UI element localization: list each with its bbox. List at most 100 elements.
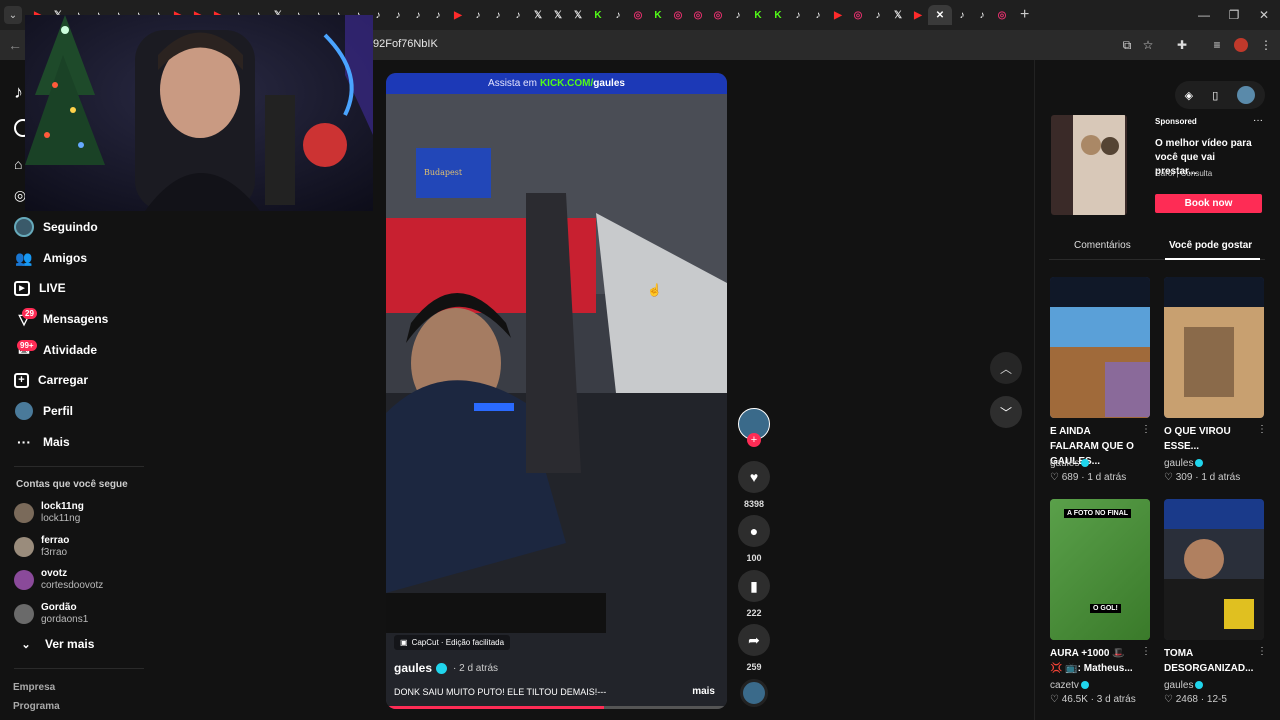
tab-ig[interactable]: ◎ — [628, 5, 648, 25]
suggested-thumbnail[interactable]: A FOTO NO FINAL O GOL! — [1050, 499, 1150, 640]
book-now-button[interactable]: Book now — [1155, 194, 1262, 213]
suggested-thumbnail[interactable] — [1164, 499, 1264, 640]
more-options-icon[interactable]: ⋮ — [1257, 424, 1267, 435]
suggested-thumbnail[interactable] — [1050, 277, 1150, 418]
sidebar-item-live[interactable]: ▶ LIVE — [14, 276, 66, 300]
more-options-icon[interactable]: ⋮ — [1257, 646, 1267, 657]
install-app-icon[interactable]: ⧉ — [1119, 37, 1135, 53]
tab-search-dropdown-icon[interactable]: ⌄ — [4, 6, 22, 24]
tab-tt[interactable]: ♪ — [488, 5, 508, 25]
tab-tiktok[interactable]: ♪ — [972, 5, 992, 25]
next-video-button[interactable]: ﹀ — [990, 396, 1022, 428]
extensions-icon[interactable]: ✚ — [1174, 37, 1190, 53]
suggested-author[interactable]: gaules — [1164, 680, 1204, 691]
tab-ig[interactable]: ◎ — [668, 5, 688, 25]
tab-comments[interactable]: Comentários — [1074, 240, 1131, 251]
tab-yt[interactable]: ▶ — [828, 5, 848, 25]
sidebar-item-profile[interactable]: Perfil — [14, 399, 73, 423]
tab-ig[interactable]: ◎ — [688, 5, 708, 25]
url-text[interactable]: 92Fof76NbIK — [373, 38, 438, 50]
tab-kick[interactable]: K — [768, 5, 788, 25]
ad-more-icon[interactable]: ··· — [1253, 115, 1263, 126]
sidebar-item-friends[interactable]: 👥 Amigos — [14, 246, 87, 270]
followed-account[interactable]: Gordão gordaons1 — [14, 599, 88, 629]
follow-plus-icon[interactable]: + — [747, 433, 761, 447]
tab-ig[interactable]: ◎ — [708, 5, 728, 25]
tab-tt[interactable]: ♪ — [468, 5, 488, 25]
footer-link-program[interactable]: Programa — [13, 701, 60, 712]
new-tab-button[interactable]: + — [1020, 6, 1029, 24]
share-action[interactable]: ➦ 259 — [738, 624, 770, 672]
bookmark-star-icon[interactable]: ☆ — [1140, 37, 1156, 53]
suggested-author[interactable]: gaules — [1164, 458, 1204, 469]
caption-more-link[interactable]: mais — [692, 686, 715, 697]
home-icon[interactable]: ⌂ — [14, 156, 22, 172]
sidebar-item-following[interactable]: Seguindo — [14, 215, 98, 239]
tab-x[interactable]: 𝕏 — [568, 5, 588, 25]
tab-kick[interactable]: K — [648, 5, 668, 25]
tab-tt[interactable]: ♪ — [808, 5, 828, 25]
more-options-icon[interactable]: ⋮ — [1141, 646, 1151, 657]
video-progress-track[interactable] — [386, 706, 727, 709]
followed-account[interactable]: ferrao f3rrao — [14, 532, 69, 562]
suggested-author[interactable]: cazetv — [1050, 680, 1089, 691]
active-tab[interactable]: ✕ — [928, 5, 952, 25]
restore-icon[interactable]: ❐ — [1218, 0, 1250, 30]
tab-x[interactable]: 𝕏 — [888, 5, 908, 25]
suggested-thumbnail[interactable] — [1164, 277, 1264, 418]
previous-video-button[interactable]: ︿ — [990, 352, 1022, 384]
phone-icon[interactable]: ▯ — [1212, 89, 1218, 102]
tab-tt[interactable]: ♪ — [388, 5, 408, 25]
video-author[interactable]: gaules — [394, 661, 432, 675]
tab-instagram[interactable]: ◎ — [992, 5, 1012, 25]
close-tab-icon[interactable]: ✕ — [936, 10, 944, 21]
followed-account[interactable]: lock11ng lock11ng — [14, 498, 84, 528]
tab-x[interactable]: 𝕏 — [528, 5, 548, 25]
heart-icon[interactable]: ♥ — [738, 461, 770, 493]
like-action[interactable]: ♥ 8398 — [738, 461, 770, 509]
capcut-badge[interactable]: ▣ CapCut · Edição facilitada — [394, 635, 511, 650]
see-more-button[interactable]: ⌄ Ver mais — [16, 632, 94, 656]
ad-thumbnail[interactable] — [1051, 115, 1127, 215]
profile-avatar-icon[interactable] — [1233, 37, 1249, 53]
tab-x[interactable]: 𝕏 — [548, 5, 568, 25]
sound-disc[interactable] — [738, 679, 770, 707]
tab-tt[interactable]: ♪ — [428, 5, 448, 25]
footer-link-company[interactable]: Empresa — [13, 682, 55, 693]
tiktok-logo-icon[interactable]: ♪ — [14, 82, 23, 103]
minimize-icon[interactable]: — — [1188, 0, 1220, 30]
tab-you-may-like[interactable]: Você pode gostar — [1169, 240, 1252, 251]
suggested-title[interactable]: AURA +1000 🎩 💢 📺: Matheus... — [1050, 646, 1138, 676]
tab-tt[interactable]: ♪ — [608, 5, 628, 25]
comment-icon[interactable]: ● — [738, 515, 770, 547]
tab-tt[interactable]: ♪ — [728, 5, 748, 25]
tab-kick[interactable]: K — [588, 5, 608, 25]
suggested-author[interactable]: gaules — [1050, 458, 1090, 469]
followed-account[interactable]: ovotz cortesdoovotz — [14, 565, 103, 595]
tab-kick[interactable]: K — [748, 5, 768, 25]
user-avatar-icon[interactable] — [1237, 86, 1256, 104]
suggested-title[interactable]: TOMA DESORGANIZAD... — [1164, 646, 1253, 676]
tab-yt[interactable]: ▶ — [448, 5, 468, 25]
tab-tt[interactable]: ♪ — [408, 5, 428, 25]
compass-icon[interactable]: ◈ — [1185, 89, 1193, 102]
creator-avatar[interactable]: + — [738, 408, 770, 447]
suggested-title[interactable]: O QUE VIROU ESSE... — [1164, 424, 1252, 454]
video-player[interactable]: Assista em KICK.COM/ gaules Budapest ▣ C… — [386, 73, 727, 709]
share-icon[interactable]: ➦ — [738, 624, 770, 656]
tab-tt[interactable]: ♪ — [788, 5, 808, 25]
browser-menu-icon[interactable]: ⋮ — [1258, 37, 1274, 53]
close-window-icon[interactable]: ✕ — [1248, 0, 1280, 30]
sidebar-item-upload[interactable]: + Carregar — [14, 368, 88, 392]
tab-yt[interactable]: ▶ — [908, 5, 928, 25]
tab-ig[interactable]: ◎ — [848, 5, 868, 25]
more-options-icon[interactable]: ⋮ — [1141, 424, 1151, 435]
comment-action[interactable]: ● 100 — [738, 515, 770, 563]
tab-tiktok[interactable]: ♪ — [952, 5, 972, 25]
sidebar-item-more[interactable]: ··· Mais — [14, 430, 70, 454]
save-action[interactable]: ▮ 222 — [738, 570, 770, 618]
reading-list-icon[interactable]: ≡ — [1209, 37, 1225, 53]
bookmark-icon[interactable]: ▮ — [738, 570, 770, 602]
back-arrow-icon[interactable]: ← — [8, 37, 22, 53]
tab-tt[interactable]: ♪ — [868, 5, 888, 25]
